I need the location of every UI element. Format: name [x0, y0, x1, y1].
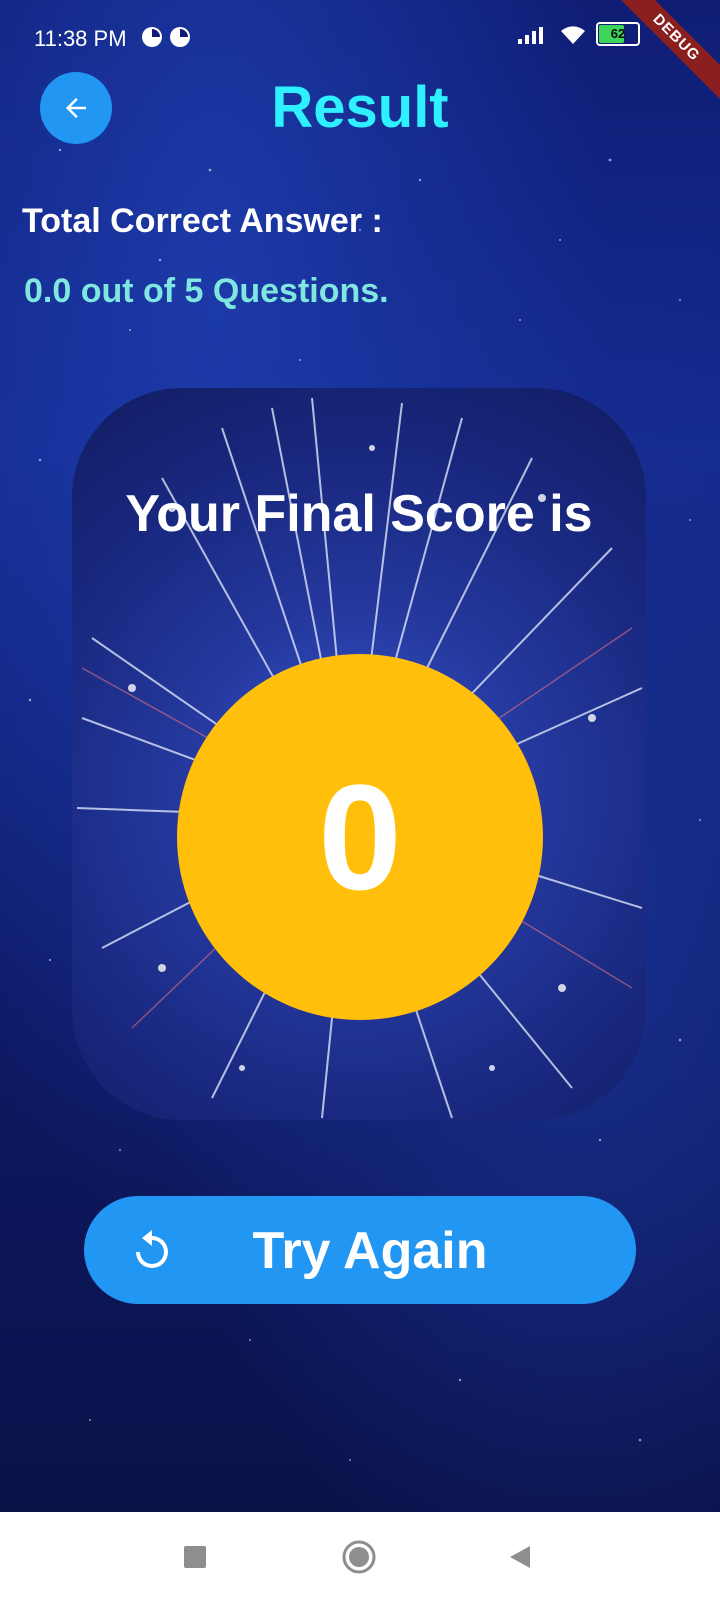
correct-answer-label: Total Correct Answer : — [22, 202, 383, 240]
score-card: Your Final Score is 0 — [72, 388, 646, 1120]
status-bar: 11:38 PM 62 DEBUG — [0, 0, 720, 111]
back-nav-button[interactable] — [508, 1544, 532, 1570]
home-button[interactable] — [342, 1540, 376, 1574]
correct-answer-value: 0.0 out of 5 Questions. — [24, 272, 389, 310]
page-title: Result — [271, 75, 449, 140]
result-screen: 11:38 PM 62 DEBUG Result Total Correct A… — [0, 0, 720, 1512]
score-value: 0 — [318, 752, 402, 921]
notification-icon — [142, 27, 162, 47]
system-nav-bar — [0, 1512, 720, 1600]
signal-icon — [518, 27, 543, 44]
wifi-icon — [561, 26, 585, 44]
status-time: 11:38 PM — [34, 26, 127, 51]
battery-icon: 62 — [596, 22, 640, 46]
final-score-title: Your Final Score is — [125, 485, 593, 543]
battery-level: 62 — [610, 26, 626, 41]
try-again-button[interactable]: Try Again — [84, 1196, 636, 1304]
recent-apps-button[interactable] — [184, 1546, 206, 1568]
try-again-label: Try Again — [252, 1222, 488, 1280]
notification-icon — [170, 27, 190, 47]
score-circle: 0 — [177, 654, 543, 1020]
